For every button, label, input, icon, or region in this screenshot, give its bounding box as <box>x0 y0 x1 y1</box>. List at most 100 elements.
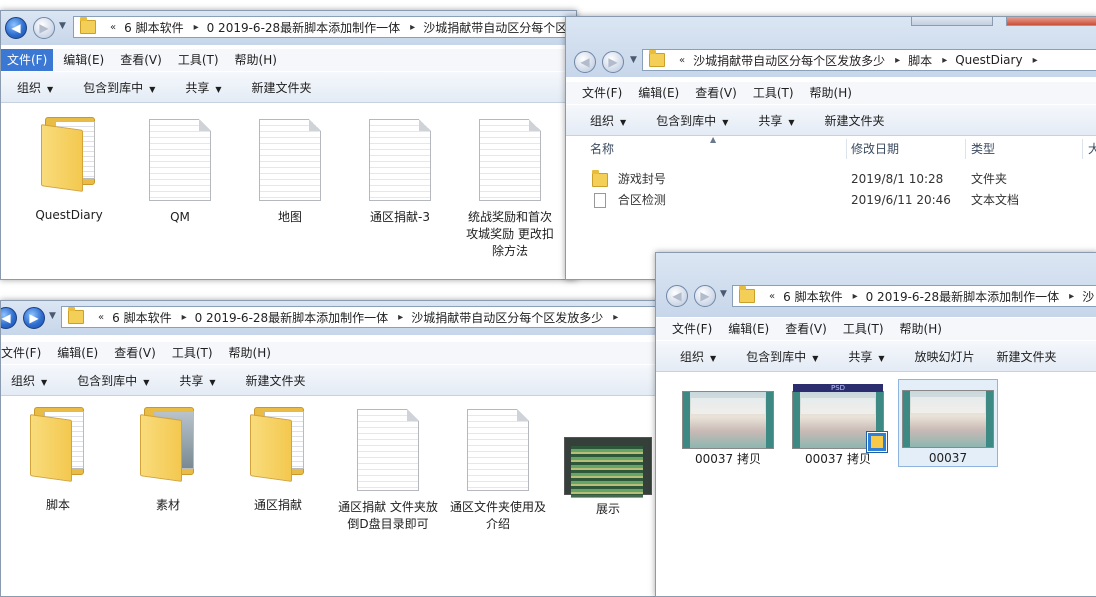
breadcrumb-item[interactable]: 6 脚本软件 <box>124 19 183 36</box>
share-button[interactable]: 共享 ▼ <box>185 79 221 96</box>
chevron-left-icon: « <box>769 290 776 302</box>
window-controls[interactable] <box>911 17 993 26</box>
include-in-library-button[interactable]: 包含到库中 ▼ <box>83 79 155 96</box>
column-header-size[interactable]: 大 <box>1088 137 1096 161</box>
menu-view[interactable]: 查看(V) <box>114 49 168 71</box>
table-row[interactable]: 游戏封号 2019/8/1 10:28 文件夹 <box>586 169 1086 190</box>
menu-tools[interactable]: 工具(T) <box>747 82 800 104</box>
breadcrumb-item[interactable]: 6 脚本软件 <box>783 288 842 305</box>
include-in-library-button[interactable]: 包含到库中 ▼ <box>77 372 149 389</box>
forward-button[interactable]: ▶ <box>694 285 716 307</box>
file-item-qm[interactable]: QM <box>130 119 230 226</box>
address-bar[interactable]: « 沙城捐献带自动区分每个区发放多少 ▸ 脚本 ▸ QuestDiary ▸ <box>642 49 1096 71</box>
recent-pages-dropdown[interactable]: ▼ <box>49 311 56 321</box>
chevron-down-icon: ▼ <box>41 377 48 387</box>
organize-button[interactable]: 组织 ▼ <box>590 112 626 129</box>
breadcrumb-item[interactable]: 6 脚本软件 <box>112 309 171 326</box>
file-item-assets[interactable]: 素材 <box>118 403 218 514</box>
file-item-script[interactable]: 脚本 <box>8 403 108 514</box>
file-item-donation-3[interactable]: 通区捐献-3 <box>350 119 450 226</box>
file-item-showcase[interactable]: 展示 <box>558 437 658 518</box>
menu-file[interactable]: 文件(F) <box>666 318 718 340</box>
breadcrumb-item[interactable]: 0 2019-6-28最新脚本添加制作一体 <box>866 288 1060 305</box>
menu-file[interactable]: 文件(F) <box>576 82 628 104</box>
menu-view[interactable]: 查看(V) <box>689 82 743 104</box>
organize-button[interactable]: 组织 ▼ <box>680 348 716 365</box>
chevron-right-icon: ▸ <box>852 290 858 302</box>
menu-file[interactable]: 文件(F) <box>1 49 54 71</box>
menu-help[interactable]: 帮助(H) <box>229 49 283 71</box>
new-folder-button[interactable]: 新建文件夹 <box>997 348 1057 365</box>
menu-help[interactable]: 帮助(H) <box>804 82 858 104</box>
file-item-donation-folder[interactable]: 通区捐献 <box>228 403 328 514</box>
close-button[interactable] <box>1006 17 1096 26</box>
include-in-library-button[interactable]: 包含到库中 ▼ <box>656 112 728 129</box>
file-item-map[interactable]: 地图 <box>240 119 340 226</box>
menu-edit[interactable]: 编辑(E) <box>722 318 775 340</box>
menu-file[interactable]: 文件(F) <box>1 342 47 364</box>
file-item-image-copy-1[interactable]: 00037 拷贝 <box>678 391 778 468</box>
menu-edit[interactable]: 编辑(E) <box>51 342 104 364</box>
slideshow-button[interactable]: 放映幻灯片 <box>915 348 975 365</box>
back-button[interactable]: ◀ <box>574 51 596 73</box>
file-item-image-selected[interactable]: 00037 <box>898 379 998 467</box>
folder-icon <box>80 17 96 34</box>
image-thumbnail-icon <box>902 390 994 448</box>
breadcrumb-item[interactable]: 脚本 <box>908 52 932 69</box>
back-button[interactable]: ◀ <box>5 17 27 39</box>
column-divider <box>965 139 966 159</box>
recent-pages-dropdown[interactable]: ▼ <box>630 55 637 65</box>
menu-help[interactable]: 帮助(H) <box>223 342 277 364</box>
address-row: ◀ ▶ ▼ « 6 脚本软件 ▸ 0 2019-6-28最新脚本添加制作一体 ▸… <box>1 11 576 45</box>
file-item-reward-method[interactable]: 统战奖励和首次攻城奖励 更改扣除方法 <box>460 119 560 260</box>
menu-view[interactable]: 查看(V) <box>779 318 833 340</box>
breadcrumb-item[interactable]: 0 2019-6-28最新脚本添加制作一体 <box>207 19 401 36</box>
file-item-donation-readme[interactable]: 通区捐献 文件夹放倒D盘目录即可 <box>338 409 438 533</box>
column-header-date[interactable]: 修改日期 <box>851 137 899 161</box>
menu-tools[interactable]: 工具(T) <box>837 318 890 340</box>
forward-button[interactable]: ▶ <box>602 51 624 73</box>
address-bar[interactable]: « 6 脚本软件 ▸ 0 2019-6-28最新脚本添加制作一体 ▸ 沙 <box>732 285 1096 307</box>
organize-button[interactable]: 组织 ▼ <box>17 79 53 96</box>
chevron-right-icon: ▸ <box>193 21 199 33</box>
column-header-name[interactable]: 名称 <box>590 137 614 161</box>
address-bar[interactable]: « 6 脚本软件 ▸ 0 2019-6-28最新脚本添加制作一体 ▸ 沙城捐献带… <box>73 16 576 38</box>
organize-button[interactable]: 组织 ▼ <box>11 372 47 389</box>
share-button[interactable]: 共享 ▼ <box>848 348 884 365</box>
breadcrumb-item[interactable]: 沙城捐献带自动区分每个区发放多少 <box>693 52 885 69</box>
menu-edit[interactable]: 编辑(E) <box>57 49 110 71</box>
menu-tools[interactable]: 工具(T) <box>166 342 219 364</box>
table-row[interactable]: 合区检测 2019/6/11 20:46 文本文档 <box>586 190 1086 211</box>
breadcrumb-item[interactable]: 沙 <box>1082 288 1094 305</box>
file-item-questdiary[interactable]: QuestDiary <box>19 113 119 224</box>
column-divider <box>846 139 847 159</box>
recent-pages-dropdown[interactable]: ▼ <box>720 289 727 299</box>
column-header-type[interactable]: 类型 <box>971 137 995 161</box>
back-button[interactable]: ◀ <box>666 285 688 307</box>
command-bar: 组织 ▼ 包含到库中 ▼ 共享 ▼ 放映幻灯片 新建文件夹 <box>656 341 1096 372</box>
new-folder-button[interactable]: 新建文件夹 <box>825 112 885 129</box>
breadcrumb-item[interactable]: QuestDiary <box>955 53 1022 67</box>
psd-thumbnail-icon: PSD <box>792 384 887 452</box>
new-folder-button[interactable]: 新建文件夹 <box>246 372 306 389</box>
menu-help[interactable]: 帮助(H) <box>894 318 948 340</box>
menu-edit[interactable]: 编辑(E) <box>632 82 685 104</box>
forward-button[interactable]: ▶ <box>33 17 55 39</box>
chevron-right-icon: ▸ <box>942 54 948 66</box>
file-label: 通区文件夹使用及介绍 <box>449 500 546 531</box>
address-bar[interactable]: « 6 脚本软件 ▸ 0 2019-6-28最新脚本添加制作一体 ▸ 沙城捐献带… <box>61 306 661 328</box>
file-item-image-copy-2[interactable]: PSD 00037 拷贝 <box>788 384 888 468</box>
share-button[interactable]: 共享 ▼ <box>758 112 794 129</box>
menu-view[interactable]: 查看(V) <box>108 342 162 364</box>
share-button[interactable]: 共享 ▼ <box>179 372 215 389</box>
breadcrumb-item[interactable]: 0 2019-6-28最新脚本添加制作一体 <box>195 309 389 326</box>
new-folder-button[interactable]: 新建文件夹 <box>252 79 312 96</box>
back-button[interactable]: ◀ <box>1 307 17 329</box>
menu-tools[interactable]: 工具(T) <box>172 49 225 71</box>
file-item-usage-intro[interactable]: 通区文件夹使用及介绍 <box>448 409 548 533</box>
breadcrumb-item[interactable]: 沙城捐献带自动区分每个区发放多少 <box>411 309 603 326</box>
breadcrumb-item[interactable]: 沙城捐献带自动区分每个区发 <box>423 19 575 36</box>
recent-pages-dropdown[interactable]: ▼ <box>59 21 66 31</box>
include-in-library-button[interactable]: 包含到库中 ▼ <box>746 348 818 365</box>
forward-button[interactable]: ▶ <box>23 307 45 329</box>
